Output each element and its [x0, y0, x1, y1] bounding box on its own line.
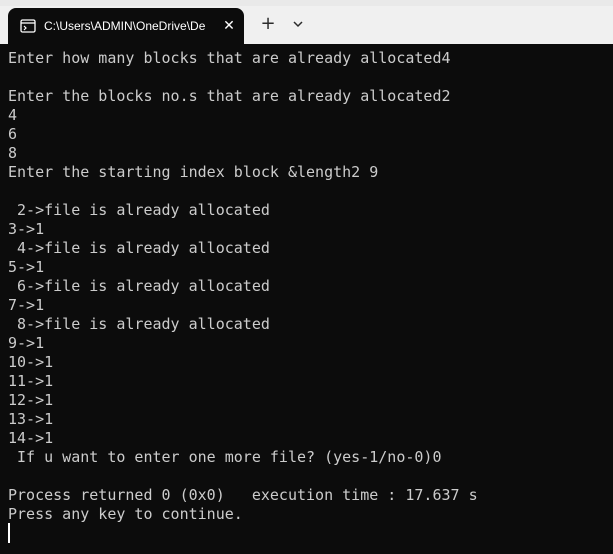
- console-line: 8->file is already allocated: [8, 315, 270, 333]
- console-line: Press any key to continue.: [8, 505, 243, 523]
- console-line: 6->file is already allocated: [8, 277, 270, 295]
- console-line: Enter the blocks no.s that are already a…: [8, 87, 451, 105]
- console-line: 5->1: [8, 258, 45, 276]
- console-line: 10->1: [8, 353, 54, 371]
- text-cursor: [8, 523, 10, 543]
- console-line: 4: [8, 106, 18, 124]
- active-tab[interactable]: C:\Users\ADMIN\OneDrive\De ✕: [8, 8, 244, 44]
- console-line: Enter the starting index block &length2 …: [8, 163, 379, 181]
- console-line: 14->1: [8, 429, 54, 447]
- console-line: 12->1: [8, 391, 54, 409]
- console-line: 8: [8, 144, 18, 162]
- new-tab-button[interactable]: +: [258, 14, 278, 34]
- terminal-app-icon: [20, 19, 36, 33]
- console-text: Enter how many blocks that are already a…: [0, 44, 613, 524]
- console-line: 4->file is already allocated: [8, 239, 270, 257]
- console-line: 11->1: [8, 372, 54, 390]
- close-tab-icon[interactable]: ✕: [220, 17, 238, 35]
- console-line: 9->1: [8, 334, 45, 352]
- console-line: 13->1: [8, 410, 54, 428]
- console-line: Process returned 0 (0x0) execution time …: [8, 486, 478, 504]
- terminal-window: C:\Users\ADMIN\OneDrive\De ✕ + Enter how…: [0, 0, 613, 554]
- chevron-down-icon[interactable]: [290, 16, 306, 32]
- tab-title: C:\Users\ADMIN\OneDrive\De: [44, 19, 206, 33]
- console-line: 7->1: [8, 296, 45, 314]
- title-bar-edge: [0, 0, 613, 6]
- title-bar: C:\Users\ADMIN\OneDrive\De ✕ +: [0, 0, 613, 44]
- console-line: Enter how many blocks that are already a…: [8, 49, 451, 67]
- console-line: If u want to enter one more file? (yes-1…: [8, 448, 442, 466]
- console-line: 2->file is already allocated: [8, 201, 270, 219]
- console-line: 3->1: [8, 220, 45, 238]
- terminal-output[interactable]: Enter how many blocks that are already a…: [0, 44, 613, 554]
- console-line: 6: [8, 125, 18, 143]
